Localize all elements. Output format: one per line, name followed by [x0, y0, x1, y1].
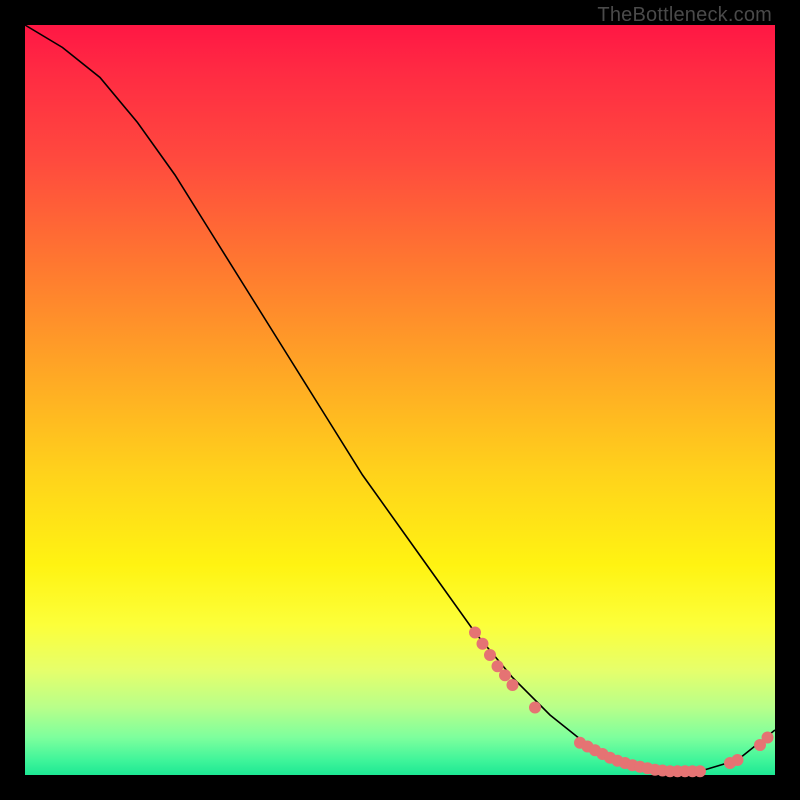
watermark-text: TheBottleneck.com [597, 4, 772, 27]
data-point [529, 702, 541, 714]
data-points-group [469, 627, 774, 778]
data-point [477, 638, 489, 650]
data-point [499, 669, 511, 681]
chart-svg [25, 25, 775, 775]
data-point [694, 765, 706, 777]
data-point [762, 732, 774, 744]
bottleneck-curve [25, 25, 775, 771]
data-point [469, 627, 481, 639]
data-point [507, 679, 519, 691]
data-point [732, 754, 744, 766]
data-point [484, 649, 496, 661]
chart-stage: TheBottleneck.com [0, 0, 800, 800]
plot-area [25, 25, 775, 775]
